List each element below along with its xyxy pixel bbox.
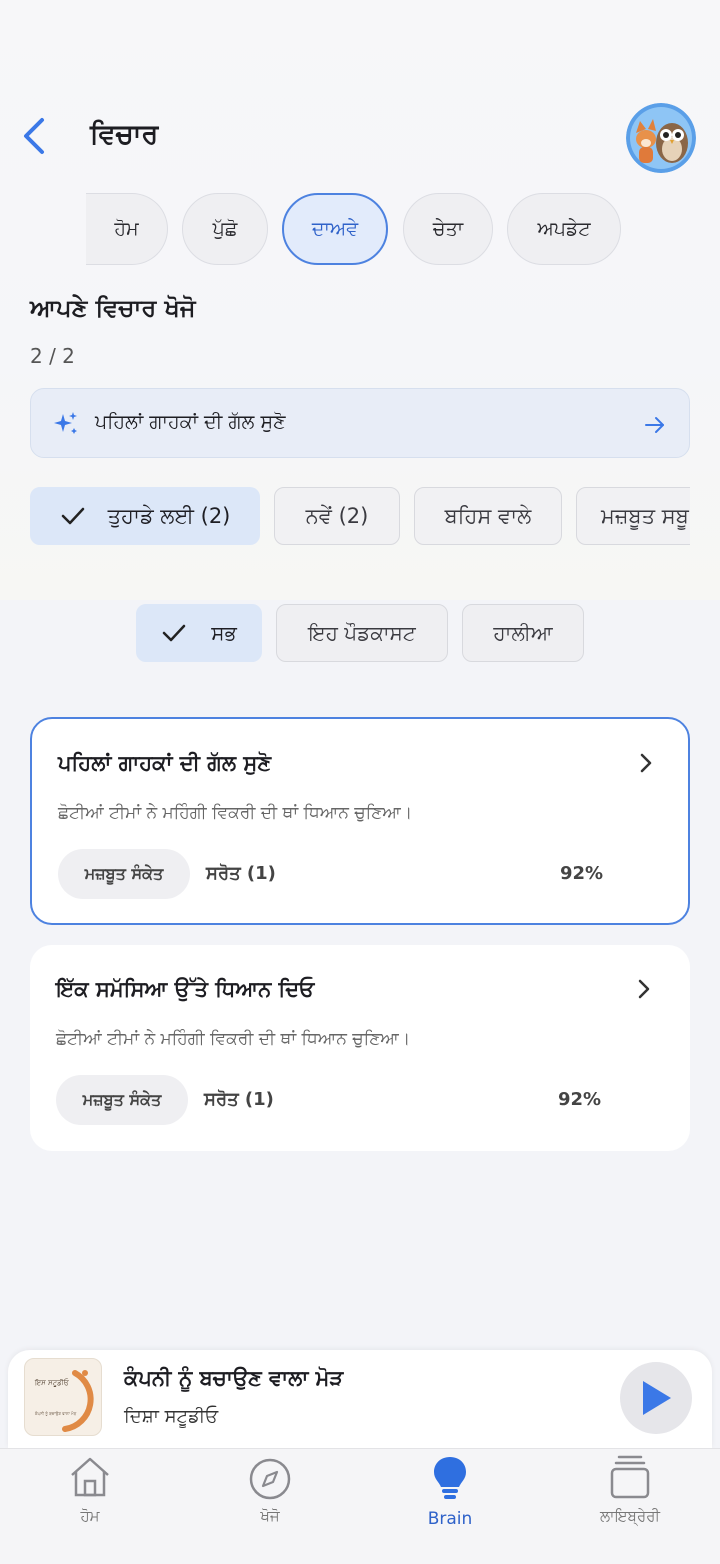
section-title: ਆਪਣੇ ਵਿਚਾਰ ਖੋਜੋ	[30, 294, 196, 322]
nav-library[interactable]: ਲਾਇਬ੍ਰੇਰੀ	[570, 1449, 690, 1549]
filter-label: ਹਾਲੀਆ	[493, 621, 553, 645]
compass-icon	[249, 1458, 291, 1500]
player-title: ਕੰਪਨੀ ਨੂੰ ਬਚਾਉਣ ਵਾਲਾ ਮੋੜ	[124, 1366, 344, 1390]
chevron-right-icon	[640, 753, 652, 773]
sources-count[interactable]: ਸਰੋਤ (1)	[204, 1089, 274, 1110]
nav-explore[interactable]: ਖੋਜੋ	[210, 1449, 330, 1549]
chip-label: ਮਜ਼ਬੂਤ ਸਬੂ	[601, 503, 689, 528]
card-description: ਛੋਟੀਆਂ ਟੀਮਾਂ ਨੇ ਮਹਿੰਗੀ ਵਿਕਰੀ ਦੀ ਥਾਂ ਧਿਆਨ…	[58, 803, 413, 823]
lightbulb-icon	[434, 1457, 466, 1499]
card-description: ਛੋਟੀਆਂ ਟੀਮਾਂ ਨੇ ਮਹਿੰਗੀ ਵਿਕਰੀ ਦੀ ਥਾਂ ਧਿਆਨ…	[56, 1029, 411, 1049]
confidence-value: 92%	[558, 1089, 602, 1110]
signal-badge: ਮਜ਼ਬੂਤ ਸੰਕੇਤ	[58, 849, 190, 899]
filter-this-podcast[interactable]: ਇਹ ਪੌਡਕਾਸਟ	[276, 604, 448, 662]
card-title: ਪਹਿਲਾਂ ਗਾਹਕਾਂ ਦੀ ਗੱਲ ਸੁਣੋ	[58, 751, 272, 775]
top-tabs: ਹੋਮ ਪੁੱਛੋ ਦਾਅਵੇ ਚੇਤਾ ਅਪਡੇਟ	[0, 193, 720, 265]
sparkle-icon	[54, 412, 77, 434]
chip-new[interactable]: ਨਵੇਂ (2)	[274, 487, 400, 545]
play-icon	[643, 1381, 671, 1415]
nav-brain[interactable]: Brain	[390, 1449, 510, 1549]
chevron-left-icon	[24, 118, 44, 154]
claim-card[interactable]: ਇੱਕ ਸਮੱਸਿਆ ਉੱਤੇ ਧਿਆਨ ਦਿਓ ਛੋਟੀਆਂ ਟੀਮਾਂ ਨੇ…	[30, 945, 690, 1151]
nav-label: ਖੋਜੋ	[260, 1507, 280, 1525]
play-button[interactable]	[620, 1362, 692, 1434]
chip-label: ਬਹਿਸ ਵਾਲੇ	[444, 503, 532, 528]
library-icon	[610, 1455, 650, 1499]
scope-filters: ਸਭ ਇਹ ਪੌਡਕਾਸਟ ਹਾਲੀਆ	[0, 604, 720, 664]
suggestion-text: ਪਹਿਲਾਂ ਗਾਹਕਾਂ ਦੀ ਗੱਲ ਸੁਣੋ	[95, 411, 286, 433]
nav-label: Brain	[427, 1509, 473, 1529]
home-icon	[71, 1457, 109, 1497]
chip-strong-evidence[interactable]: ਮਜ਼ਬੂਤ ਸਬੂ	[576, 487, 690, 545]
chip-debated[interactable]: ਬਹਿਸ ਵਾਲੇ	[414, 487, 562, 545]
page-title: ਵਿਚਾਰ	[90, 119, 159, 150]
avatar[interactable]	[626, 103, 696, 173]
chevron-right-icon	[638, 979, 650, 999]
filter-label: ਇਹ ਪੌਡਕਾਸਟ	[308, 621, 416, 645]
player-subtitle: ਦਿਸ਼ਾ ਸਟੂਡੀਓ	[124, 1406, 219, 1427]
bottom-nav: ਹੋਮ ਖੋਜੋ Brain ਲਾਇਬ੍ਰੇਰੀ	[0, 1448, 720, 1564]
card-title: ਇੱਕ ਸਮੱਸਿਆ ਉੱਤੇ ਧਿਆਨ ਦਿਓ	[56, 977, 315, 1001]
filter-recent[interactable]: ਹਾਲੀਆ	[462, 604, 584, 662]
arrow-right-icon	[645, 417, 664, 433]
tab-memory[interactable]: ਚੇਤਾ	[403, 193, 493, 265]
episode-cover: ਇਸ ਸਟੂਡੀਓ ਕੰਪਨੀ ਨੂੰ ਬਚਾਉਣ ਵਾਲਾ ਮੋੜ	[24, 1358, 102, 1436]
filter-all[interactable]: ਸਭ	[136, 604, 262, 662]
chip-label: ਤੁਹਾਡੇ ਲਈ (2)	[107, 503, 231, 528]
nav-home[interactable]: ਹੋਮ	[30, 1449, 150, 1549]
chip-for-you[interactable]: ਤੁਹਾਡੇ ਲਈ (2)	[30, 487, 260, 545]
tab-ask[interactable]: ਪੁੱਛੋ	[182, 193, 268, 265]
check-icon	[162, 624, 186, 642]
back-button[interactable]	[14, 113, 54, 159]
category-chips: ਤੁਹਾਡੇ ਲਈ (2) ਨਵੇਂ (2) ਬਹਿਸ ਵਾਲੇ ਮਜ਼ਬੂਤ …	[30, 487, 690, 547]
tab-home[interactable]: ਹੋਮ	[86, 193, 168, 265]
cover-subtitle: ਕੰਪਨੀ ਨੂੰ ਬਚਾਉਣ ਵਾਲਾ ਮੋੜ	[35, 1411, 77, 1416]
chip-label: ਨਵੇਂ (2)	[305, 503, 369, 528]
filter-label: ਸਭ	[211, 621, 237, 645]
confidence-value: 92%	[560, 863, 604, 884]
signal-badge: ਮਜ਼ਬੂਤ ਸੰਕੇਤ	[56, 1075, 188, 1125]
nav-label: ਲਾਇਬ੍ਰੇਰੀ	[600, 1507, 660, 1525]
mini-player[interactable]: ਇਸ ਸਟੂਡੀਓ ਕੰਪਨੀ ਨੂੰ ਬਚਾਉਣ ਵਾਲਾ ਮੋੜ ਕੰਪਨੀ…	[8, 1350, 712, 1448]
tab-updates[interactable]: ਅਪਡੇਟ	[507, 193, 621, 265]
cover-title: ਇਸ ਸਟੂਡੀਓ	[35, 1379, 69, 1387]
check-icon	[61, 507, 84, 525]
claim-card[interactable]: ਪਹਿਲਾਂ ਗਾਹਕਾਂ ਦੀ ਗੱਲ ਸੁਣੋ ਛੋਟੀਆਂ ਟੀਮਾਂ ਨ…	[30, 717, 690, 925]
sources-count[interactable]: ਸਰੋਤ (1)	[206, 863, 276, 884]
suggestion-bar[interactable]: ਪਹਿਲਾਂ ਗਾਹਕਾਂ ਦੀ ਗੱਲ ਸੁਣੋ	[30, 388, 690, 458]
header: ਵਿਚਾਰ	[0, 95, 720, 177]
result-counter: 2 / 2	[30, 344, 75, 368]
tab-claims[interactable]: ਦਾਅਵੇ	[282, 193, 388, 265]
nav-label: ਹੋਮ	[80, 1507, 100, 1525]
